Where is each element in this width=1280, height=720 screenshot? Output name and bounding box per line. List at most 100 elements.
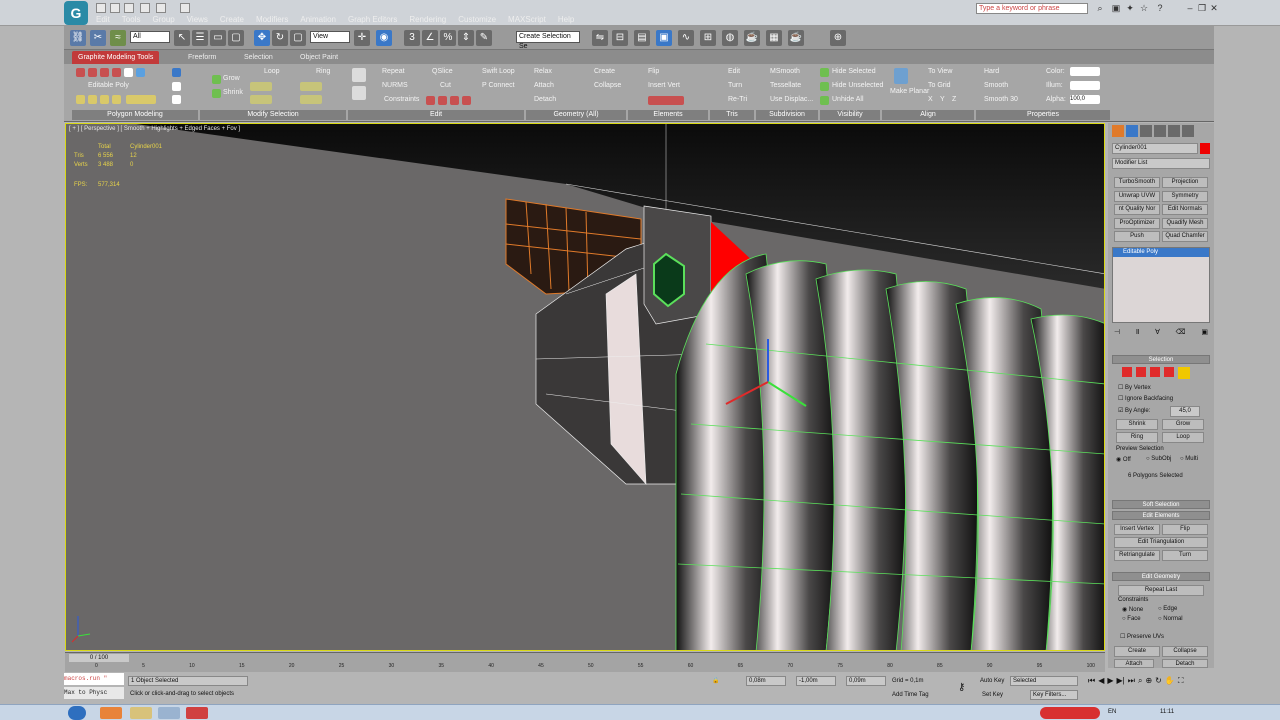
help-icon[interactable]: ? [1154, 2, 1166, 14]
named-selection-dropdown[interactable]: Create Selection Se [516, 31, 580, 50]
move-icon[interactable]: ✥ [254, 30, 270, 46]
shrink-sel-button[interactable]: Shrink [1116, 419, 1158, 430]
vertex-mode-icon[interactable] [76, 68, 85, 77]
swift-loop-button[interactable]: Swift Loop [482, 68, 515, 75]
prooptimizer-button[interactable]: ProOptimizer [1114, 218, 1160, 229]
make-planar-icon[interactable] [894, 68, 908, 84]
select-object-icon[interactable]: ↖ [174, 30, 190, 46]
border-subobj-icon[interactable] [1150, 367, 1160, 377]
tab-graphite-modeling[interactable]: Graphite Modeling Tools [72, 51, 160, 64]
edge-subobj-icon[interactable] [1136, 367, 1146, 377]
elements-icons[interactable] [648, 96, 684, 105]
element-subobj-icon[interactable] [1178, 367, 1190, 379]
repeat-button[interactable]: Repeat [382, 68, 405, 75]
panel-elements[interactable]: Elements [628, 110, 708, 120]
maximize-viewport-icon[interactable]: ⛶ [1178, 676, 1184, 700]
hide-selected-button[interactable]: Hide Selected [832, 68, 876, 75]
project-folder-icon[interactable] [180, 3, 190, 13]
constraint-none-icon[interactable] [426, 96, 435, 105]
perspective-viewport[interactable]: [ + ] [ Perspective ] [ Smooth + Highlig… [65, 123, 1105, 651]
repeat-last-button[interactable]: Repeat Last [1118, 585, 1204, 596]
cut-big-icon[interactable] [352, 86, 366, 100]
insert-vert-button[interactable]: Insert Vert [648, 82, 680, 89]
shrink-icon[interactable] [212, 89, 221, 98]
next-frame-icon[interactable]: ▶| [1117, 676, 1125, 700]
language-indicator[interactable]: EN [1108, 709, 1116, 715]
set-key-icon[interactable]: ⚷ [958, 682, 965, 693]
curve-editor-icon[interactable]: ∿ [678, 30, 694, 46]
x-coordinate-field[interactable]: 0,08m [746, 676, 786, 686]
push-button[interactable]: Push [1114, 231, 1160, 242]
relax-button[interactable]: Relax [534, 68, 552, 75]
time-slider[interactable]: 0 / 100 [69, 654, 129, 662]
bolt-head[interactable] [653, 252, 685, 308]
goto-start-icon[interactable]: ⏮ [1088, 676, 1095, 700]
smooth30-button[interactable]: Smooth 30 [984, 96, 1018, 103]
hide-unselected-button[interactable]: Hide Unselected [832, 82, 883, 89]
menu-animation[interactable]: Animation [300, 15, 336, 24]
save-file-icon[interactable] [124, 3, 134, 13]
graphite-toggle-icon[interactable]: ▣ [656, 30, 672, 46]
unwrap-uvw-button[interactable]: Unwrap UVW [1114, 191, 1160, 202]
undo-icon[interactable] [140, 3, 150, 13]
illum-swatch[interactable] [1070, 81, 1100, 90]
polygon-subobj-icon[interactable] [1164, 367, 1174, 377]
pin-stack-icon[interactable]: ⊣ [1114, 328, 1120, 336]
tab-selection[interactable]: Selection [238, 51, 279, 64]
material-editor-icon[interactable]: ◍ [722, 30, 738, 46]
play-icon[interactable]: ▶ [1107, 676, 1113, 700]
clock[interactable]: 11:11 [1160, 709, 1174, 715]
tris-retri-button[interactable]: Re-Tri [728, 96, 747, 103]
ring-button[interactable]: Ring [316, 68, 330, 75]
spinner-snap-icon[interactable]: ⇕ [458, 30, 474, 46]
reference-coord-dropdown[interactable]: View [310, 31, 350, 43]
align-y-button[interactable]: Y [940, 96, 945, 103]
prev-frame-icon[interactable]: ◀ [1098, 676, 1104, 700]
unlink-icon[interactable]: ✂ [90, 30, 106, 46]
create-tab-icon[interactable] [1112, 125, 1124, 137]
selection-rollout-header[interactable]: Selection [1112, 355, 1210, 364]
pivot-center-icon[interactable]: ✛ [354, 30, 370, 46]
orbit-icon[interactable]: ↻ [1155, 676, 1162, 700]
set-key-button[interactable]: Set Key [982, 692, 1003, 698]
zoom-all-icon[interactable]: ⊕ [1145, 676, 1152, 700]
geom-create-button[interactable]: Create [1114, 646, 1160, 657]
taskbar-recorder[interactable] [186, 707, 208, 719]
insert-vertex-button[interactable]: Insert Vertex [1114, 524, 1160, 535]
panel-tris[interactable]: Tris [710, 110, 754, 120]
angle-value-field[interactable]: 45,0 [1170, 406, 1200, 417]
modify-sel-icon[interactable] [172, 68, 181, 77]
constraint-face-icon[interactable] [450, 96, 459, 105]
poly-tool-icon-1[interactable] [76, 95, 85, 104]
edge-mode-icon[interactable] [88, 68, 97, 77]
modify-sel-icon-2[interactable] [172, 82, 181, 91]
taskbar-firefox[interactable] [100, 707, 122, 719]
pan-icon[interactable]: ✋ [1165, 676, 1175, 700]
app-menu-button[interactable]: G [64, 1, 88, 25]
subscription-icon[interactable]: ▣ [1110, 2, 1122, 14]
show-end-result-icon[interactable]: Ⅱ [1136, 328, 1139, 336]
schematic-view-icon[interactable]: ⊞ [700, 30, 716, 46]
loop-mode-icon-2[interactable] [250, 95, 272, 104]
turn-button[interactable]: Turn [1162, 550, 1208, 561]
panel-align[interactable]: Align [882, 110, 974, 120]
close-icon[interactable]: ✕ [1208, 2, 1220, 14]
z-coordinate-field[interactable]: 0,09m [846, 676, 886, 686]
mirror-icon[interactable]: ⇋ [592, 30, 608, 46]
repeat-big-icon[interactable] [352, 68, 366, 82]
panel-geometry[interactable]: Geometry (All) [526, 110, 626, 120]
modifier-list-dropdown[interactable]: Modifier List [1112, 158, 1210, 169]
panel-visibility[interactable]: Visibility [820, 110, 880, 120]
rotate-icon[interactable]: ↻ [272, 30, 288, 46]
rect-selection-icon[interactable]: ▭ [210, 30, 226, 46]
loop-button[interactable]: Loop [264, 68, 280, 75]
hard-button[interactable]: Hard [984, 68, 999, 75]
angle-snap-icon[interactable]: ∠ [422, 30, 438, 46]
use-displace-button[interactable]: Use Displac... [770, 96, 813, 103]
soft-selection-header[interactable]: Soft Selection [1112, 500, 1210, 509]
nurms-button[interactable]: NURMS [382, 82, 408, 89]
timeline[interactable]: 0 / 100 0 5 10 15 20 25 30 35 40 45 50 55 60 65 70 75 80… [65, 652, 1105, 672]
tris-turn-button[interactable]: Turn [728, 82, 742, 89]
search-input[interactable]: Type a keyword or phrase [976, 3, 1088, 14]
menu-rendering[interactable]: Rendering [409, 15, 446, 24]
